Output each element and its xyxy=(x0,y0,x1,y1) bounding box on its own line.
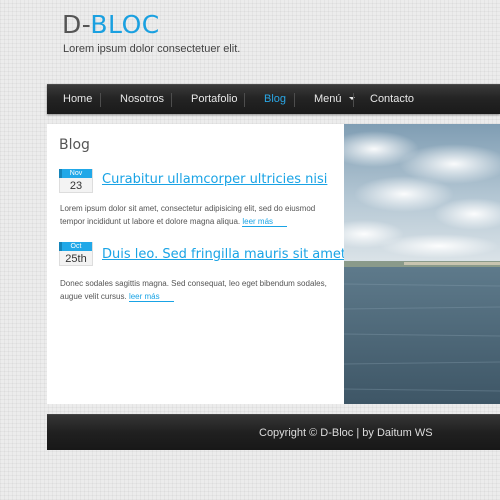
post-date-day: 25th xyxy=(65,253,87,265)
featured-sea-photo xyxy=(344,124,500,404)
read-more-link[interactable]: leer más xyxy=(242,217,288,227)
post-title-link[interactable]: Duis leo. Sed fringilla mauris sit amet … xyxy=(102,247,379,262)
post-date-month: Oct xyxy=(59,242,92,251)
main-navigation: Home Nosotros Portafolio Blog Menú Conta… xyxy=(47,84,500,114)
nav-item-nosotros[interactable]: Nosotros xyxy=(120,85,164,115)
footer-copyright: Copyright © D-Bloc | by Daitum WS xyxy=(259,427,433,439)
brand-accent: BLOC xyxy=(90,10,160,39)
nav-divider xyxy=(353,93,354,107)
site-tagline: Lorem ipsum dolor consectetuer elit. xyxy=(63,43,241,55)
site-footer: Copyright © D-Bloc | by Daitum WS xyxy=(47,414,500,450)
nav-item-portafolio[interactable]: Portafolio xyxy=(191,85,237,115)
section-title: Blog xyxy=(59,137,90,153)
nav-item-blog[interactable]: Blog xyxy=(264,85,286,115)
post-date-badge: Nov 23 xyxy=(59,169,93,193)
post-date-badge: Oct 25th xyxy=(59,242,93,266)
nav-divider xyxy=(100,93,101,107)
post-date-day: 23 xyxy=(69,180,83,192)
read-more-link[interactable]: leer más xyxy=(128,292,174,302)
post-excerpt-text: Donec sodales sagittis magna. Sed conseq… xyxy=(60,279,327,301)
nav-item-menu[interactable]: Menú xyxy=(314,85,355,115)
sea-sky-image xyxy=(344,124,500,404)
nav-item-home[interactable]: Home xyxy=(63,85,92,115)
nav-item-contacto[interactable]: Contacto xyxy=(370,85,414,115)
post-date-month: Nov xyxy=(59,169,92,178)
brand-prefix: D- xyxy=(62,10,91,39)
site-logo[interactable]: D-BLOC xyxy=(62,10,160,40)
post-excerpt: Lorem ipsum dolor sit amet, consectetur … xyxy=(60,202,338,228)
nav-divider xyxy=(294,93,295,107)
nav-divider xyxy=(171,93,172,107)
blog-panel: Blog Nov 23 Curabitur ullamcorper ultric… xyxy=(47,124,379,404)
post-title-link[interactable]: Curabitur ullamcorper ultricies nisi xyxy=(102,172,327,187)
post-excerpt: Donec sodales sagittis magna. Sed conseq… xyxy=(60,277,338,303)
nav-item-menu-label: Menú xyxy=(314,93,342,105)
nav-divider xyxy=(244,93,245,107)
